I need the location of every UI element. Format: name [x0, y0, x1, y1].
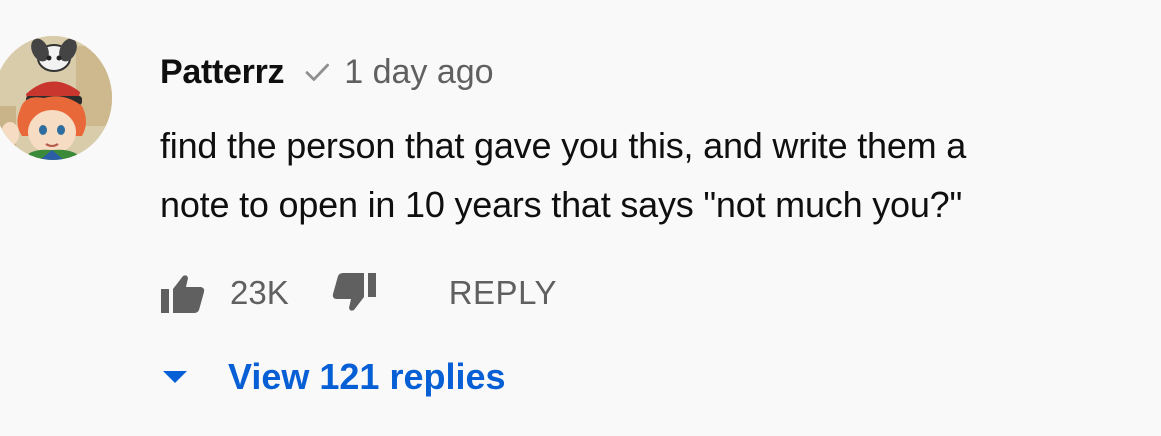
checkmark-icon	[300, 55, 334, 89]
author-name[interactable]: Patterrz	[160, 53, 285, 92]
thumbs-down-icon	[332, 273, 376, 311]
caret-down-icon	[160, 362, 190, 392]
comment-actions: 23K REPLY	[158, 270, 557, 316]
thumbs-up-icon	[161, 275, 205, 313]
like-button[interactable]	[158, 270, 208, 316]
like-count: 23K	[230, 274, 289, 311]
comment-header: Patterrz 1 day ago	[160, 48, 494, 96]
reply-button[interactable]: REPLY	[449, 274, 557, 312]
comment-text-line: note to open in 10 years that says "not …	[160, 184, 963, 225]
comment-thread: Patterrz 1 day ago find the person that …	[0, 0, 1161, 436]
avatar[interactable]	[0, 36, 112, 160]
comment-text: find the person that gave you this, and …	[160, 116, 1140, 234]
dislike-button[interactable]	[329, 270, 379, 316]
comment-timestamp[interactable]: 1 day ago	[344, 53, 493, 92]
view-replies-label: View 121 replies	[228, 356, 506, 397]
view-replies-button[interactable]: View 121 replies	[160, 352, 506, 402]
comment-text-line: find the person that gave you this, and …	[160, 125, 967, 166]
